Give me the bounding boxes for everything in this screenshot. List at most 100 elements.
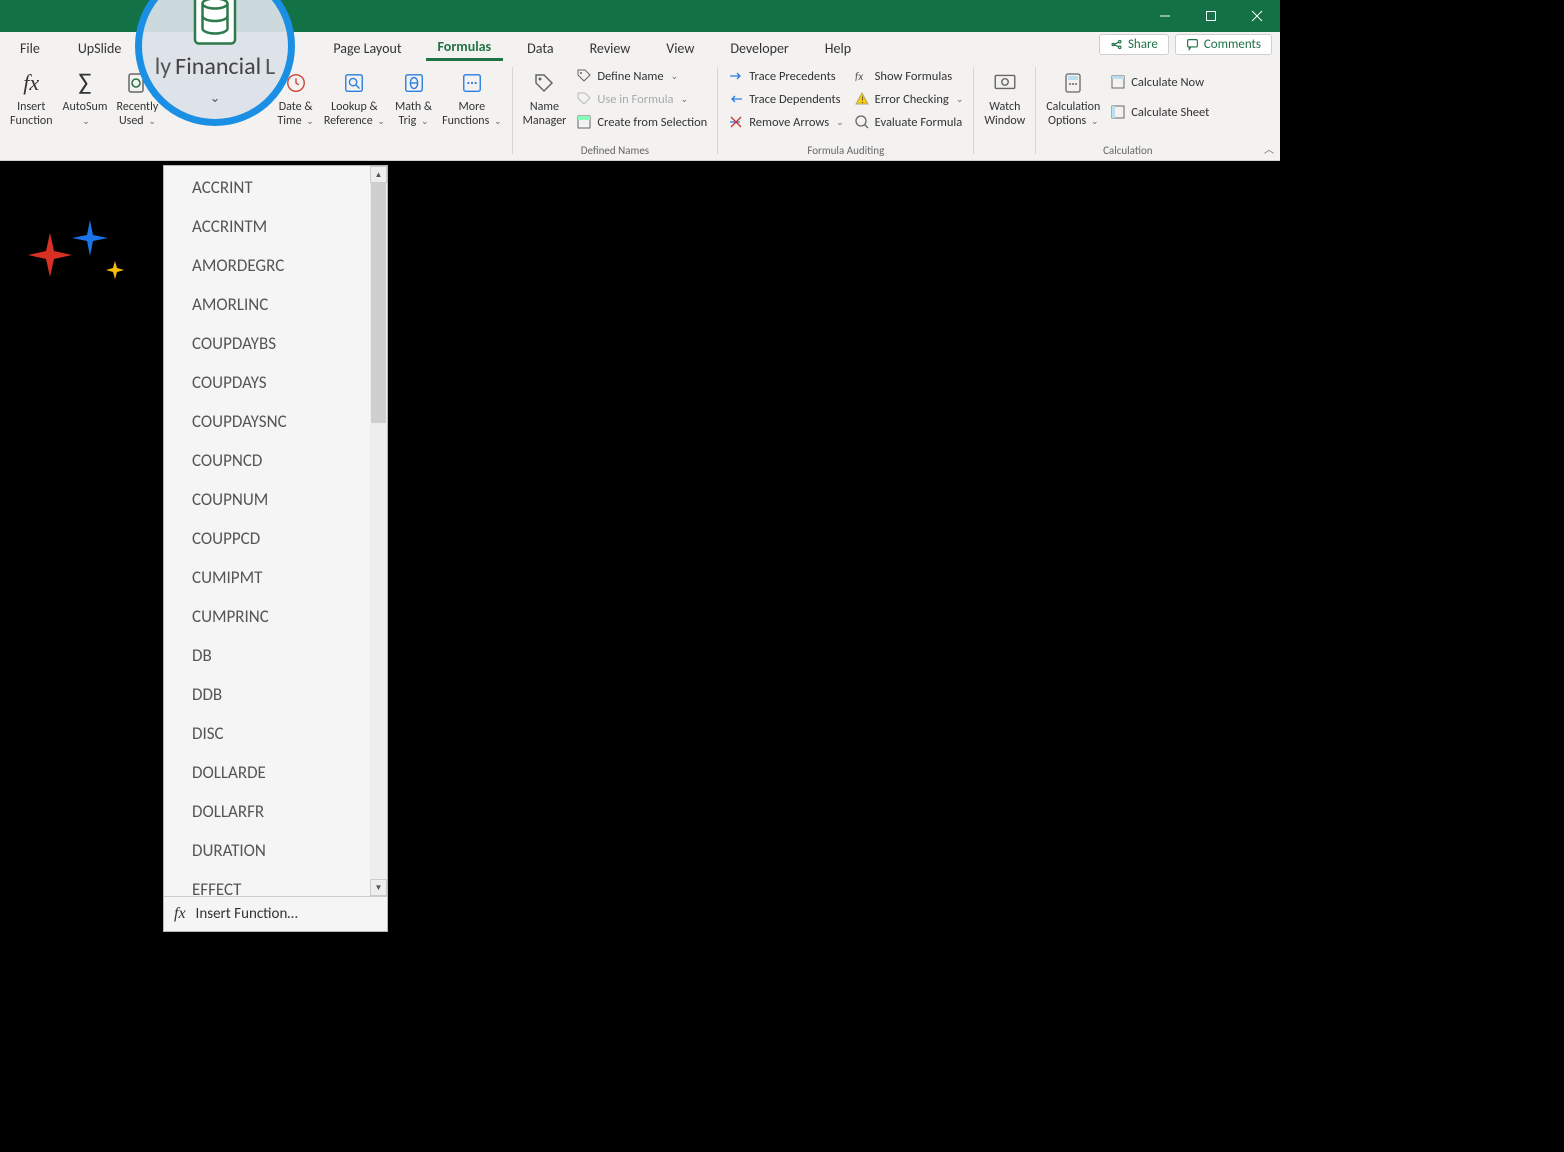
svg-text:!: ! (861, 95, 864, 106)
sigma-icon: ∑ (69, 67, 101, 99)
lookup-ref-label: Lookup & Reference (324, 100, 378, 128)
name-manager-label: Name Manager (523, 101, 567, 129)
scroll-thumb[interactable] (371, 183, 386, 423)
function-item-couppcd[interactable]: COUPPCD (186, 519, 387, 558)
function-item-amorlinc[interactable]: AMORLINC (186, 285, 387, 324)
show-formulas-button[interactable]: fx Show Formulas (850, 65, 968, 87)
tab-file[interactable]: File (8, 35, 52, 61)
watch-window-label: Watch Window (984, 101, 1025, 129)
comments-label: Comments (1204, 37, 1261, 52)
calculate-now-button[interactable]: Calculate Now (1106, 71, 1213, 93)
trace-dependents-button[interactable]: Trace Dependents (724, 88, 847, 110)
function-item-db[interactable]: DB (186, 636, 387, 675)
function-item-cumipmt[interactable]: CUMIPMT (186, 558, 387, 597)
function-item-cumprinc[interactable]: CUMPRINC (186, 597, 387, 636)
scroll-up-button[interactable]: ▲ (370, 166, 387, 183)
more-functions-label: More Functions (442, 100, 489, 128)
error-checking-label: Error Checking (875, 92, 949, 107)
define-name-label: Define Name (597, 69, 663, 84)
function-item-accrint[interactable]: ACCRINT (186, 168, 387, 207)
tab-developer[interactable]: Developer (718, 35, 800, 61)
calculator-icon (1057, 67, 1089, 99)
minimize-button[interactable] (1142, 0, 1188, 32)
autosum-label: AutoSum (63, 100, 108, 114)
group-watch (980, 157, 1029, 160)
share-button[interactable]: Share (1099, 34, 1169, 55)
function-item-coupdaybs[interactable]: COUPDAYBS (186, 324, 387, 363)
create-from-selection-button[interactable]: Create from Selection (572, 111, 711, 133)
fx-icon: fx (15, 67, 47, 99)
database-sheet-icon (189, 0, 241, 46)
calc-sheet-label: Calculate Sheet (1131, 105, 1209, 120)
function-item-ddb[interactable]: DDB (186, 675, 387, 714)
define-name-button[interactable]: Define Name⌄ (572, 65, 711, 87)
tab-help[interactable]: Help (813, 35, 863, 61)
chevron-down-icon[interactable]: ⌄ (210, 91, 221, 106)
insert-function-menu-item[interactable]: fx Insert Function… (164, 896, 387, 931)
group-calculation: Calculation (1042, 144, 1213, 160)
use-in-formula-label: Use in Formula (597, 92, 673, 107)
evaluate-formula-button[interactable]: Evaluate Formula (850, 111, 968, 133)
calculation-options-button[interactable]: Calculation Options ⌄ (1042, 65, 1104, 129)
group-function-library (6, 157, 506, 160)
theta-icon (398, 67, 430, 99)
function-item-accrintm[interactable]: ACCRINTM (186, 207, 387, 246)
watch-window-button[interactable]: Watch Window (980, 65, 1029, 129)
tab-view[interactable]: View (654, 35, 706, 61)
group-defined-names: Defined Names (519, 144, 712, 160)
tab-review[interactable]: Review (578, 35, 643, 61)
use-in-formula-button: Use in Formula⌄ (572, 88, 711, 110)
function-item-coupdaysnc[interactable]: COUPDAYSNC (186, 402, 387, 441)
function-item-duration[interactable]: DURATION (186, 831, 387, 870)
function-item-dollarfr[interactable]: DOLLARFR (186, 792, 387, 831)
math-trig-button[interactable]: Math & Trig ⌄ (391, 65, 436, 129)
more-functions-button[interactable]: More Functions ⌄ (438, 65, 505, 129)
group-formula-auditing: Formula Auditing (724, 144, 967, 160)
scroll-down-button[interactable]: ▼ (370, 879, 387, 896)
calculate-sheet-button[interactable]: Calculate Sheet (1106, 101, 1213, 123)
tab-upslide[interactable]: UpSlide (66, 35, 134, 61)
name-manager-button[interactable]: Name Manager (519, 65, 571, 129)
function-item-effect[interactable]: EFFECT (186, 870, 387, 896)
function-item-dollarde[interactable]: DOLLARDE (186, 753, 387, 792)
financial-functions-dropdown: ACCRINTACCRINTMAMORDEGRCAMORLINCCOUPDAYB… (163, 165, 388, 932)
tab-data[interactable]: Data (515, 35, 565, 61)
function-item-coupnum[interactable]: COUPNUM (186, 480, 387, 519)
more-icon (456, 67, 488, 99)
tab-formulas[interactable]: Formulas (426, 35, 504, 61)
search-icon (338, 67, 370, 99)
autosum-button[interactable]: ∑ AutoSum⌄ (59, 65, 112, 129)
svg-text:fx: fx (855, 70, 863, 83)
show-formulas-label: Show Formulas (875, 69, 952, 84)
share-label: Share (1128, 37, 1158, 52)
hl-suffix: L (265, 52, 275, 81)
hl-prefix: ly (155, 52, 171, 81)
insert-function-label: Insert Function (10, 101, 53, 129)
evaluate-formula-label: Evaluate Formula (875, 115, 963, 130)
fx-icon: fx (174, 905, 186, 923)
calc-now-label: Calculate Now (1131, 75, 1204, 90)
insert-function-button[interactable]: fx Insert Function (6, 65, 57, 129)
lookup-reference-button[interactable]: Lookup & Reference ⌄ (320, 65, 389, 129)
function-item-coupdays[interactable]: COUPDAYS (186, 363, 387, 402)
close-button[interactable] (1234, 0, 1280, 32)
collapse-ribbon-button[interactable]: ︿ (1264, 141, 1274, 156)
function-item-disc[interactable]: DISC (186, 714, 387, 753)
maximize-button[interactable] (1188, 0, 1234, 32)
function-item-amordegrc[interactable]: AMORDEGRC (186, 246, 387, 285)
trace-precedents-button[interactable]: Trace Precedents (724, 65, 847, 87)
financial-button-label[interactable]: Financial (175, 52, 261, 81)
watch-icon (989, 67, 1021, 99)
dropdown-scrollbar[interactable]: ▲ ▼ (370, 166, 387, 896)
trace-precedents-label: Trace Precedents (749, 69, 835, 84)
function-item-coupncd[interactable]: COUPNCD (186, 441, 387, 480)
sparkles-decoration (15, 220, 135, 300)
comments-button[interactable]: Comments (1175, 34, 1272, 55)
trace-dependents-label: Trace Dependents (749, 92, 840, 107)
create-from-sel-label: Create from Selection (597, 115, 707, 130)
error-checking-button[interactable]: ! Error Checking⌄ (850, 88, 968, 110)
remove-arrows-label: Remove Arrows (749, 115, 829, 130)
tab-pagelayout[interactable]: Page Layout (321, 35, 413, 61)
remove-arrows-button[interactable]: Remove Arrows⌄ (724, 111, 847, 133)
insert-function-menu-label: Insert Function… (196, 905, 298, 923)
